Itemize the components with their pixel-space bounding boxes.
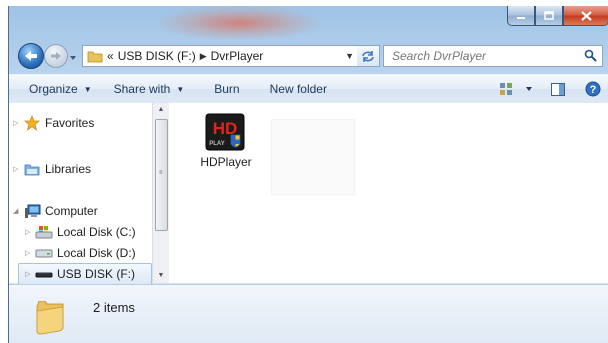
search-input[interactable] — [390, 48, 574, 64]
title-bar-glow — [159, 6, 319, 40]
svg-text:?: ? — [590, 84, 597, 96]
maximize-button[interactable] — [535, 6, 563, 26]
organize-menu-button[interactable]: Organize ▼ — [25, 79, 96, 99]
command-bar: Organize ▼ Share with ▼ Burn New folder — [9, 74, 608, 104]
minimize-button[interactable] — [507, 6, 535, 26]
recent-pages-button[interactable] — [69, 51, 77, 60]
favorites-star-icon — [23, 115, 41, 131]
file-item-hdplayer[interactable]: HD PLAY HDPlayer — [193, 113, 259, 169]
maximize-icon — [544, 11, 554, 20]
scrollbar-thumb[interactable]: ≡ — [155, 119, 168, 231]
arrow-right-icon — [51, 52, 61, 60]
nav-item-libraries[interactable]: ▷ Libraries — [13, 159, 91, 179]
usb-drive-icon — [35, 266, 53, 282]
view-controls: ? — [499, 75, 608, 103]
nav-label-usb-disk: USB DISK (F:) — [57, 267, 136, 281]
folder-icon — [36, 301, 64, 335]
nav-item-local-disk-c[interactable]: ▷ Local Disk (C:) — [25, 222, 136, 242]
nav-label-favorites: Favorites — [45, 116, 95, 130]
nav-item-favorites[interactable]: ▷ Favorites — [13, 113, 94, 133]
nav-item-local-disk-d[interactable]: ▷ Local Disk (D:) — [25, 243, 136, 263]
new-folder-button[interactable]: New folder — [266, 79, 331, 99]
content-area: ▷ Favorites ▷ Libraries ◢ Computer ▷ Loc… — [9, 103, 608, 285]
grip-icon: ≡ — [159, 170, 163, 176]
close-button[interactable] — [563, 6, 608, 26]
forward-button[interactable] — [44, 44, 68, 68]
nav-label-libraries: Libraries — [45, 162, 92, 176]
expand-arrow-icon[interactable]: ▷ — [25, 270, 35, 278]
nav-item-usb-disk[interactable]: ▷ USB DISK (F:) — [18, 263, 152, 285]
breadcrumb-usb-disk[interactable]: USB DISK (F:) — [118, 49, 196, 63]
address-dropdown-icon[interactable]: ▼ — [345, 51, 354, 61]
expand-arrow-icon[interactable]: ▷ — [25, 249, 35, 257]
view-options-button[interactable] — [525, 85, 533, 93]
expand-arrow-icon[interactable]: ▷ — [13, 165, 23, 173]
help-icon: ? — [585, 81, 601, 97]
computer-icon — [23, 203, 41, 219]
nav-item-computer[interactable]: ◢ Computer — [13, 201, 98, 221]
arrow-left-icon — [25, 51, 37, 61]
search-icon[interactable] — [584, 49, 597, 62]
scroll-down-icon[interactable]: ▼ — [153, 269, 169, 283]
burn-button[interactable]: Burn — [210, 79, 243, 99]
nav-label-local-disk-d: Local Disk (D:) — [57, 246, 136, 260]
file-name[interactable]: HDPlayer — [200, 155, 251, 169]
back-button[interactable] — [18, 43, 44, 69]
hard-drive-icon — [35, 245, 53, 261]
hdplayer-app-icon: HD PLAY — [205, 113, 245, 151]
nav-label-local-disk-c: Local Disk (C:) — [57, 225, 136, 239]
refresh-icon — [362, 51, 374, 62]
share-with-menu-button[interactable]: Share with ▼ — [110, 79, 189, 99]
item-count: 2 items — [93, 300, 135, 315]
preview-pane-icon — [551, 82, 565, 96]
chevron-down-icon — [526, 87, 532, 91]
chevron-down-icon: ▼ — [176, 84, 185, 94]
breadcrumb-separator-icon[interactable]: ▶ — [200, 51, 207, 62]
nav-label-computer: Computer — [45, 204, 98, 218]
scroll-up-icon[interactable]: ▲ — [153, 103, 169, 117]
folder-icon — [87, 51, 103, 63]
minimize-icon — [517, 16, 525, 19]
system-drive-icon — [35, 224, 53, 240]
change-view-button[interactable] — [499, 82, 513, 96]
file-thumbnail-placeholder[interactable] — [271, 119, 355, 195]
search-box[interactable] — [383, 45, 603, 67]
navigation-bar: « USB DISK (F:) ▶ DvrPlayer ▼ — [9, 40, 608, 70]
close-icon — [580, 10, 592, 21]
organize-label: Organize — [29, 82, 78, 96]
address-bar[interactable]: « USB DISK (F:) ▶ DvrPlayer ▼ — [82, 45, 359, 67]
share-with-label: Share with — [113, 82, 171, 96]
desktop: « USB DISK (F:) ▶ DvrPlayer ▼ Organize ▼… — [0, 0, 608, 343]
file-list: HD PLAY HDPlayer — [169, 103, 608, 283]
expand-arrow-icon[interactable]: ▷ — [25, 228, 35, 236]
breadcrumb-dvrplayer[interactable]: DvrPlayer — [211, 49, 264, 63]
details-pane: 2 items — [9, 284, 608, 343]
navigation-pane: ▷ Favorites ▷ Libraries ◢ Computer ▷ Loc… — [9, 103, 152, 285]
chevron-down-icon: ▼ — [83, 84, 92, 94]
svg-text:PLAY: PLAY — [209, 141, 224, 147]
help-button[interactable]: ? — [585, 81, 601, 97]
caption-buttons — [507, 6, 608, 28]
refresh-button[interactable] — [357, 45, 380, 67]
expand-arrow-icon[interactable]: ▷ — [13, 119, 23, 127]
breadcrumb-overflow[interactable]: « — [107, 49, 114, 63]
collapse-arrow-icon[interactable]: ◢ — [13, 207, 23, 215]
libraries-icon — [23, 161, 41, 177]
nav-pane-scrollbar[interactable]: ▲ ≡ ▼ — [152, 103, 169, 283]
explorer-window: « USB DISK (F:) ▶ DvrPlayer ▼ Organize ▼… — [8, 6, 608, 343]
preview-pane-button[interactable] — [551, 82, 565, 96]
chevron-down-icon — [70, 56, 76, 60]
view-grid-icon — [500, 83, 512, 95]
